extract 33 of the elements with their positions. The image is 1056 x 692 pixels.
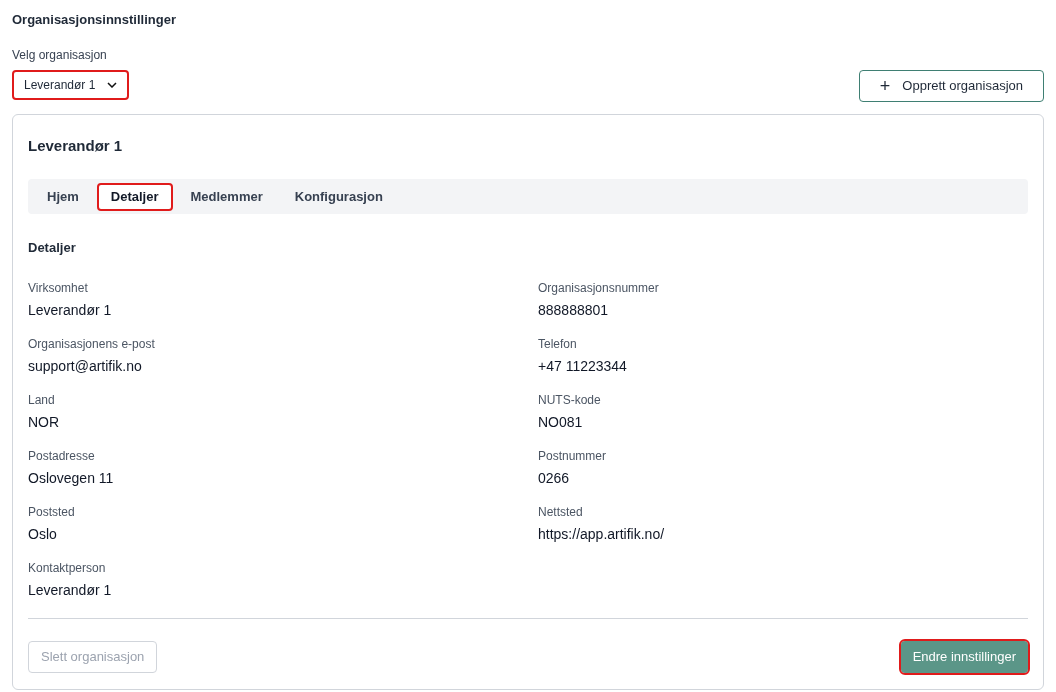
card-title: Leverandør 1 (28, 135, 123, 156)
field-value: Oslovegen 11 (28, 470, 114, 486)
field-value: support@artifik.no (28, 358, 142, 374)
field-value: +47 11223344 (538, 358, 627, 374)
field-label: Postadresse (28, 448, 95, 464)
field-label: Organisasjonsnummer (538, 280, 659, 296)
field-value: 888888801 (538, 302, 609, 318)
tab[interactable]: Medlemmer (176, 182, 277, 211)
field-label: Nettsted (538, 504, 583, 520)
create-organization-button[interactable]: + Opprett organisasjon (858, 69, 1044, 102)
field-value: Oslo (28, 526, 57, 542)
field-label: Organisasjonens e-post (28, 336, 155, 352)
field-label: Land (28, 392, 55, 408)
field-label: Postnummer (538, 448, 607, 464)
field-label: Virksomhet (28, 280, 88, 296)
field-label: Poststed (28, 504, 75, 520)
field-value: 0266 (538, 470, 570, 486)
field-label: Kontaktperson (28, 560, 106, 576)
organization-dropdown[interactable]: Leverandør 1 (12, 69, 130, 100)
field-label: NUTS-kode (538, 392, 601, 408)
field-value: Leverandør 1 (28, 582, 112, 598)
page-title: Organisasjonsinnstillinger (12, 11, 176, 29)
chevron-down-icon (107, 81, 118, 88)
field-label: Telefon (538, 336, 577, 352)
field-value: https://app.artifik.no/ (538, 526, 665, 542)
tab[interactable]: Konfigurasjon (280, 182, 397, 211)
section-title: Detaljer (28, 239, 76, 257)
tab[interactable]: Hjem (33, 182, 93, 211)
select-label: Velg organisasjon (12, 46, 107, 64)
field-value: Leverandør 1 (28, 302, 112, 318)
tab[interactable]: Detaljer (96, 182, 173, 211)
field-value: NO081 (538, 414, 583, 430)
field-value: NOR (28, 414, 60, 430)
